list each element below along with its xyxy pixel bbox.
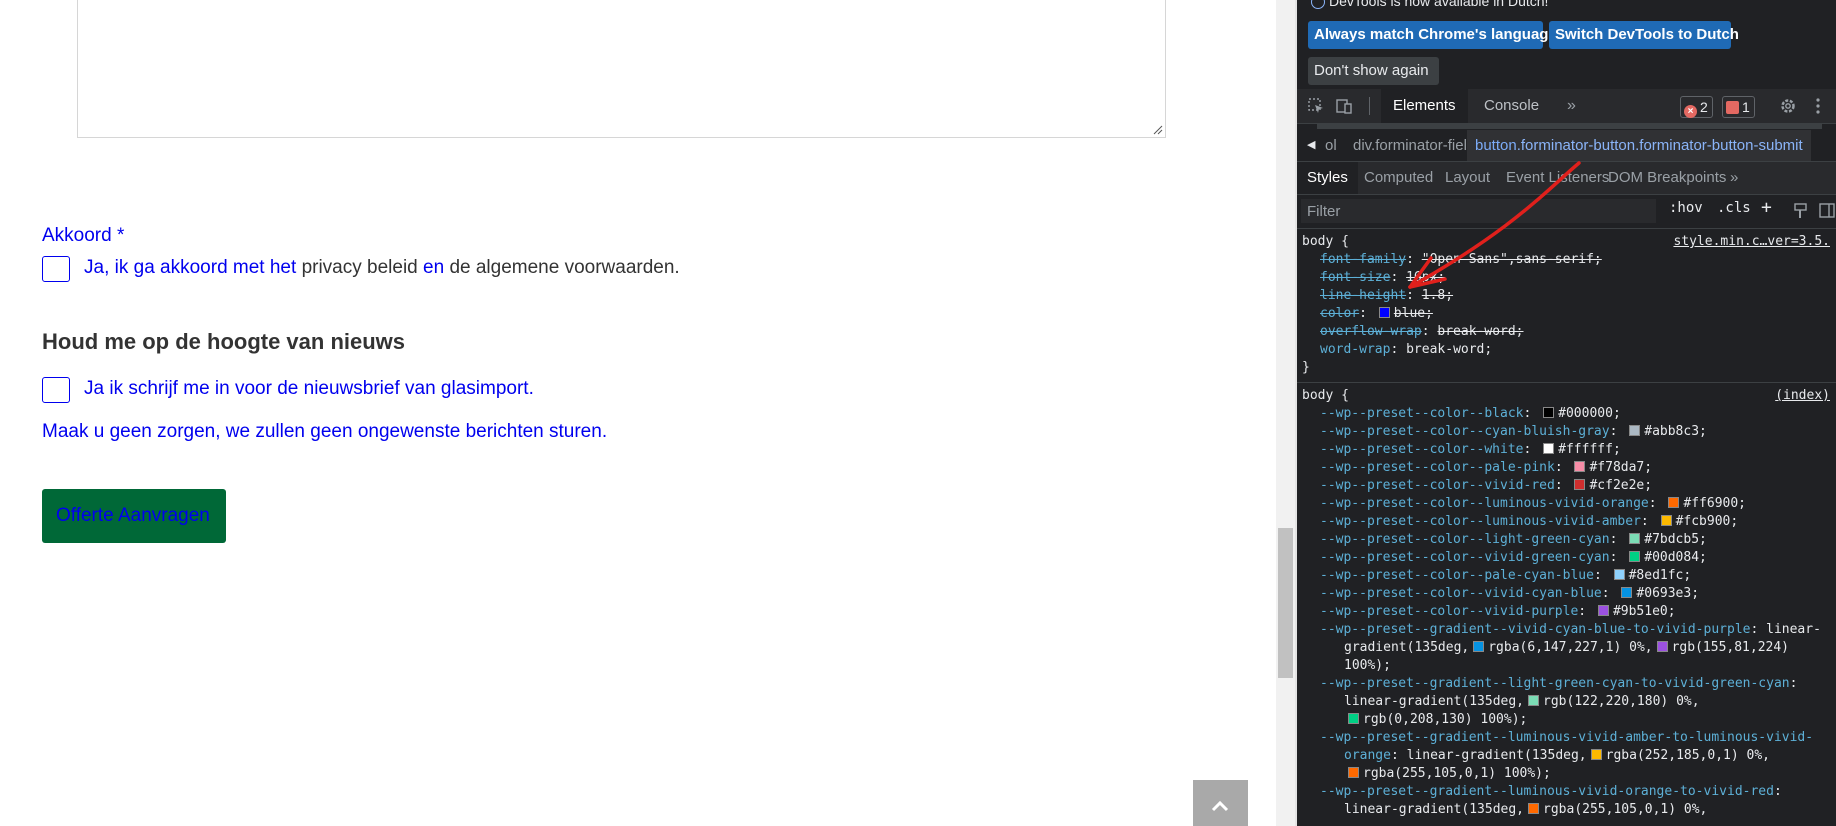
- page-scrollbar[interactable]: [1276, 0, 1295, 826]
- newsletter-checkbox[interactable]: [42, 377, 70, 403]
- privacy-policy-link[interactable]: privacy beleid: [302, 257, 418, 278]
- page-scrollbar-thumb[interactable]: [1278, 528, 1293, 678]
- submit-quote-button[interactable]: Offerte Aanvragen: [42, 489, 226, 543]
- resize-grip-icon[interactable]: [1153, 125, 1163, 135]
- newsletter-checkbox-label: Ja ik schrijf me in voor de nieuwsbrief …: [84, 378, 534, 399]
- devtools-panel: DevTools is now available in Dutch! Alwa…: [1297, 0, 1836, 826]
- consent-checkbox[interactable]: [42, 256, 70, 282]
- newsletter-heading: Houd me op de hoogte van nieuws: [42, 329, 406, 354]
- akkoord-label: Akkoord *: [42, 225, 125, 246]
- scroll-to-top-button[interactable]: [1193, 780, 1248, 826]
- reassure-text: Maak u geen zorgen, we zullen geen ongew…: [42, 421, 608, 442]
- consent-text-and: en: [417, 257, 450, 278]
- consent-text: Ja, ik ga akkoord met het privacy beleid…: [84, 257, 680, 279]
- message-textarea[interactable]: [77, 0, 1166, 138]
- terms-link[interactable]: de algemene voorwaarden.: [449, 257, 679, 278]
- consent-text-part1: Ja, ik ga akkoord met het: [84, 257, 302, 278]
- annotation-arrow-icon: [1408, 161, 1581, 289]
- chevron-up-icon: [1211, 800, 1229, 812]
- web-page: Akkoord * Ja, ik ga akkoord met het priv…: [0, 0, 1276, 826]
